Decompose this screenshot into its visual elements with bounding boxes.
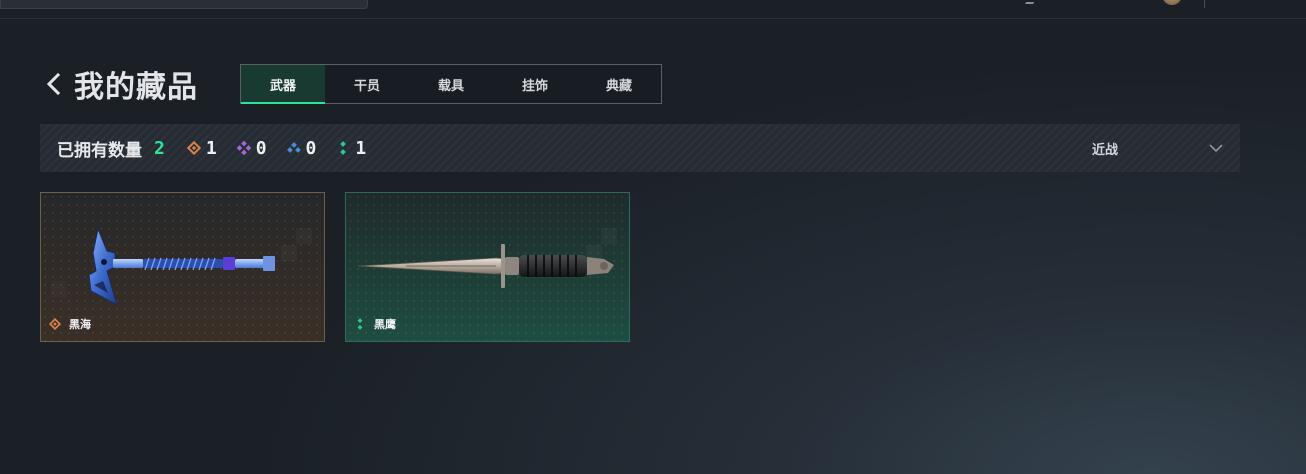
rarity-count: 1	[205, 137, 217, 159]
item-name-row: 黑海	[49, 316, 91, 332]
chevron-down-icon	[1209, 144, 1223, 153]
top-bar-divider	[1204, 0, 1205, 8]
blue-triangle-icon	[286, 142, 301, 153]
page-title: 我的藏品	[74, 70, 198, 105]
green-dots-icon	[357, 318, 363, 330]
item-name: 黑海	[69, 318, 91, 331]
back-button[interactable]	[44, 69, 64, 99]
top-bar	[0, 0, 1306, 19]
tab-charms[interactable]: 挂饰	[493, 65, 577, 103]
purple-diamond-icon	[236, 141, 251, 155]
sort-dropdown[interactable]: 近战	[1084, 124, 1224, 172]
rarity-count: 0	[255, 137, 267, 159]
rarity-count: 1	[355, 137, 367, 159]
item-name-row: 黑鹰	[354, 316, 396, 332]
green-dots-icon	[340, 141, 347, 155]
owned-label: 已拥有数量	[57, 140, 142, 161]
item-name: 黑鹰	[374, 318, 396, 331]
tab-collection[interactable]: 典藏	[577, 65, 661, 103]
orange-diamond-icon	[186, 141, 201, 155]
item-card[interactable]: 黑鹰	[345, 192, 630, 342]
rarity-blue: 0	[286, 137, 317, 159]
rarity-green: 1	[336, 138, 366, 159]
page-header: 我的藏品	[44, 64, 198, 105]
orange-diamond-icon	[49, 318, 61, 330]
summary-bar: 已拥有数量 2 1 0 0 1 近战	[40, 124, 1240, 172]
avatar[interactable]	[1162, 0, 1182, 5]
sort-selected: 近战	[1092, 142, 1119, 158]
tab-vehicles[interactable]: 载具	[409, 65, 493, 103]
rarity-purple: 0	[236, 137, 267, 159]
category-tabs: 武器 干员 载具 挂饰 典藏	[240, 64, 662, 104]
rarity-orange: 1	[186, 137, 217, 159]
rarity-count: 0	[305, 137, 317, 159]
top-tab-stub[interactable]	[0, 0, 368, 9]
top-bar-icon[interactable]	[1025, 0, 1035, 4]
tab-weapons[interactable]: 武器	[241, 65, 325, 104]
chevron-left-icon	[46, 72, 61, 96]
tab-operators[interactable]: 干员	[325, 65, 409, 103]
item-card[interactable]: 黑海	[40, 192, 325, 342]
owned-count: 2	[154, 137, 165, 159]
